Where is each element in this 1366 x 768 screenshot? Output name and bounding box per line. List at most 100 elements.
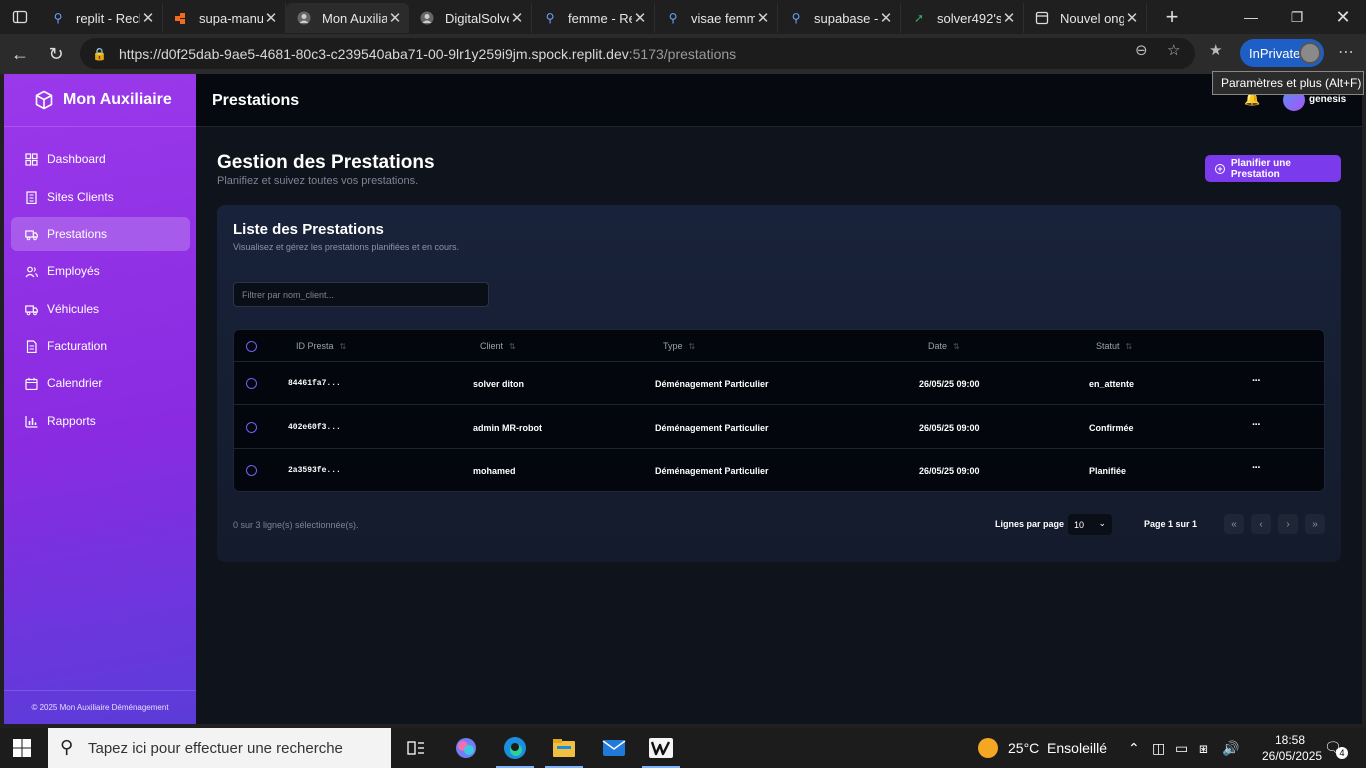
first-page-button[interactable]: « — [1224, 514, 1244, 534]
back-button[interactable]: ← — [2, 37, 38, 71]
row-checkbox[interactable] — [246, 421, 257, 433]
app-w-icon[interactable] — [638, 728, 684, 768]
rows-per-page-select[interactable]: 10 ⌄ — [1068, 514, 1112, 535]
bar-chart-icon — [25, 415, 38, 428]
search-icon: ⚲ — [668, 11, 678, 25]
avatar-icon — [296, 10, 312, 26]
column-header-id[interactable]: ID Presta ⇅ — [296, 341, 346, 351]
device-icon[interactable]: ◫ — [1152, 740, 1165, 757]
weather-widget[interactable]: 25°C Ensoleillé — [978, 728, 1107, 768]
inprivate-button[interactable]: InPrivate — [1240, 39, 1324, 67]
browser-tab-bar: ⚲ replit - Rech ✕ supa-manu ✕ Mon Auxilia ✕ Dig… — [0, 0, 1366, 34]
copyright: © 2025 Mon Auxiliaire Déménagement — [4, 690, 196, 724]
filter-client-input[interactable] — [233, 282, 489, 307]
sort-icon: ⇅ — [509, 342, 516, 351]
column-label: Statut — [1096, 341, 1120, 351]
volume-icon[interactable]: 🔊 — [1222, 740, 1239, 757]
sidebar-item-prestations[interactable]: Prestations — [11, 217, 190, 251]
new-tab-button[interactable]: + — [1157, 4, 1187, 30]
edge-browser-icon[interactable] — [492, 728, 538, 768]
sort-icon: ⇅ — [953, 342, 960, 351]
row-checkbox[interactable] — [246, 465, 257, 476]
sort-icon: ⇅ — [1125, 342, 1133, 351]
row-actions-icon[interactable]: ··· — [1252, 375, 1261, 387]
row-actions-icon[interactable]: ··· — [1252, 462, 1261, 474]
close-tab-icon[interactable]: ✕ — [755, 9, 771, 27]
sidebar-item-calendrier[interactable]: Calendrier — [11, 366, 190, 400]
table-row[interactable]: 84461fa7... solver diton Déménagement Part… — [234, 362, 1324, 405]
settings-more-icon[interactable]: ⋯ — [1338, 42, 1354, 62]
close-tab-icon[interactable]: ✕ — [387, 9, 403, 27]
browser-tab[interactable]: ⚲ supabase - ✕ — [778, 3, 901, 33]
table-row[interactable]: 2a3593fe... mohamed Déménagement Particuli… — [234, 449, 1324, 491]
battery-icon[interactable]: ▭ — [1175, 740, 1188, 757]
close-tab-icon[interactable]: ✕ — [632, 9, 648, 27]
cell-id: 402e60f3... — [288, 422, 341, 432]
taskbar-search[interactable]: ⚲ Tapez ici pour effectuer une recherche — [48, 728, 391, 768]
next-page-button[interactable]: › — [1278, 514, 1298, 534]
favorite-star-icon[interactable]: ☆ — [1167, 41, 1180, 59]
cell-date: 26/05/25 09:00 — [919, 466, 980, 476]
close-tab-icon[interactable]: ✕ — [878, 9, 894, 27]
close-tab-icon[interactable]: ✕ — [263, 9, 279, 27]
row-actions-icon[interactable]: ··· — [1252, 419, 1261, 431]
sidebar-item-rapports[interactable]: Rapports — [11, 404, 190, 438]
browser-tab[interactable]: ➚ solver492's ✕ — [901, 3, 1024, 33]
sidebar-item-facturation[interactable]: Facturation — [11, 329, 190, 363]
table-row[interactable]: 402e60f3... admin MR-robot Déménagement Pa… — [234, 406, 1324, 449]
user-name[interactable]: genesis — [1309, 94, 1346, 105]
taskbar-clock[interactable]: 18:58 26/05/2025 — [1262, 732, 1322, 764]
file-explorer-icon[interactable] — [541, 728, 587, 768]
copilot-icon[interactable] — [443, 728, 489, 768]
browser-tab[interactable]: DigitalSolve ✕ — [409, 3, 532, 33]
tab-title: femme - Re — [568, 10, 632, 26]
close-tab-icon[interactable]: ✕ — [140, 9, 156, 27]
tab-title: supabase - — [814, 10, 878, 26]
sidebar-item-label: Calendrier — [47, 376, 103, 390]
select-all-checkbox[interactable] — [246, 341, 257, 352]
column-header-date[interactable]: Date ⇅ — [928, 341, 960, 351]
zoom-icon[interactable]: ⊖ — [1135, 41, 1148, 59]
column-header-client[interactable]: Client ⇅ — [480, 341, 516, 351]
minimize-button[interactable]: — — [1228, 0, 1274, 34]
close-tab-icon[interactable]: ✕ — [509, 9, 525, 27]
add-prestation-button[interactable]: + Planifier une Prestation — [1205, 155, 1341, 182]
browser-tab[interactable]: ⚲ femme - Re ✕ — [532, 3, 655, 33]
chevron-up-icon[interactable]: ⌃ — [1128, 740, 1140, 757]
supabase-icon — [173, 10, 189, 26]
tab-title: replit - Rech — [76, 10, 140, 26]
close-tab-icon[interactable]: ✕ — [1001, 9, 1017, 27]
tab-actions-icon[interactable] — [0, 0, 40, 34]
windows-start-icon[interactable] — [12, 738, 32, 758]
sidebar-item-vehicules[interactable]: Véhicules — [11, 292, 190, 326]
browser-tab[interactable]: Mon Auxilia ✕ — [286, 3, 409, 33]
browser-tab[interactable]: Nouvel ong ✕ — [1024, 3, 1147, 33]
task-view-icon[interactable] — [393, 728, 439, 768]
close-window-button[interactable]: ✕ — [1320, 0, 1366, 34]
notification-center-icon[interactable]: 🗨 4 — [1324, 739, 1348, 759]
previous-page-button[interactable]: ‹ — [1251, 514, 1271, 534]
url-field[interactable]: 🔒 https://d0f25dab-9ae5-4681-80c3-c23954… — [80, 38, 1195, 69]
column-label: Type — [663, 341, 683, 351]
browser-tab[interactable]: supa-manu ✕ — [163, 3, 286, 33]
browser-tab[interactable]: ⚲ replit - Rech ✕ — [40, 3, 163, 33]
truck-icon — [25, 229, 38, 240]
sidebar-item-dashboard[interactable]: Dashboard — [11, 142, 190, 176]
sidebar-item-sites-clients[interactable]: Sites Clients — [11, 180, 190, 214]
last-page-button[interactable]: » — [1305, 514, 1325, 534]
wifi-icon[interactable]: ⧆ — [1199, 740, 1208, 757]
mail-icon[interactable] — [591, 728, 637, 768]
column-label: ID Presta — [296, 341, 334, 351]
brand[interactable]: Mon Auxiliaire — [4, 74, 196, 127]
close-tab-icon[interactable]: ✕ — [1124, 9, 1140, 27]
row-checkbox[interactable] — [246, 378, 257, 389]
favorites-icon[interactable]: ★ — [1209, 41, 1222, 59]
reload-button[interactable]: ↻ — [38, 37, 74, 71]
weather-text: 25°C Ensoleillé — [1008, 740, 1107, 756]
column-header-status[interactable]: Statut ⇅ — [1096, 341, 1132, 351]
sidebar-item-employes[interactable]: Employés — [11, 254, 190, 288]
maximize-button[interactable]: ❐ — [1274, 0, 1320, 34]
site-info-icon[interactable]: 🔒 — [92, 47, 107, 61]
browser-tab[interactable]: ⚲ visae femm ✕ — [655, 3, 778, 33]
column-header-type[interactable]: Type ⇅ — [663, 341, 695, 351]
